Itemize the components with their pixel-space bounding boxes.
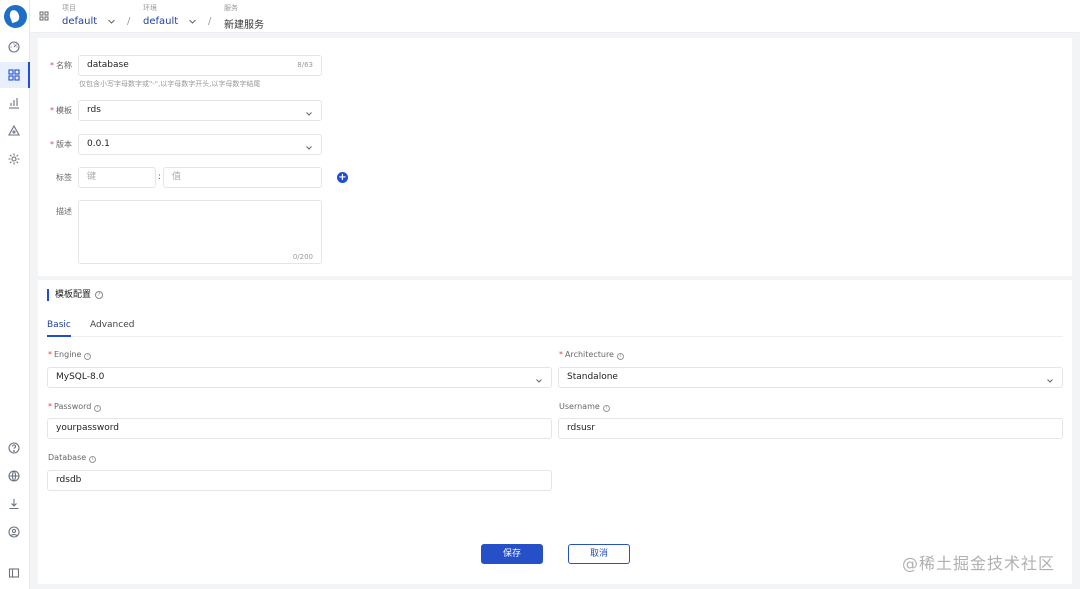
- active-tab-indicator: [47, 335, 71, 337]
- info-icon[interactable]: i: [89, 456, 97, 463]
- chevron-down-icon: [305, 107, 313, 116]
- engine-select[interactable]: MySQL-8.0: [47, 367, 552, 388]
- env-caption: 环境: [143, 4, 157, 12]
- service-current: 新建服务: [224, 20, 264, 31]
- help-circle-icon[interactable]: ?: [95, 291, 104, 299]
- config-tabs: Basic Advanced: [47, 317, 1063, 337]
- tab-basic[interactable]: Basic: [47, 320, 71, 330]
- tag-key-input[interactable]: 键: [78, 167, 156, 188]
- username-label: Username i: [559, 402, 610, 412]
- collapse-sidebar-icon[interactable]: [7, 566, 21, 580]
- template-select[interactable]: rds: [78, 100, 322, 121]
- chevron-down-icon[interactable]: [107, 17, 116, 26]
- project-caption: 项目: [62, 4, 76, 12]
- architecture-label: * Architecture i: [559, 350, 624, 360]
- breadcrumb-separator: /: [208, 16, 212, 27]
- name-hint: 仅包含小写字母数字或"-",以字母数字开头,以字母数字结尾: [79, 80, 261, 88]
- info-icon[interactable]: i: [616, 353, 624, 360]
- template-config-title: 模板配置?: [47, 289, 104, 301]
- database-label: Database i: [48, 453, 97, 463]
- breadcrumb-separator: /: [127, 16, 131, 27]
- top-header: 项目 default / 环境 default / 服务 新建服务: [30, 0, 1080, 33]
- tags-label: 标签: [56, 173, 72, 182]
- description-textarea[interactable]: 0/200: [78, 200, 322, 264]
- info-icon[interactable]: i: [84, 353, 92, 360]
- add-tag-plus-icon[interactable]: +: [337, 172, 348, 183]
- database-input[interactable]: rdsdb: [47, 470, 552, 491]
- chevron-down-icon: [305, 141, 313, 150]
- triangle-nodes-icon[interactable]: [7, 124, 21, 138]
- settings-gear-icon[interactable]: [7, 152, 21, 166]
- architecture-select[interactable]: Standalone: [558, 367, 1063, 388]
- section-divider: [38, 276, 1072, 280]
- password-label: * Password i: [48, 402, 102, 412]
- main-panel: * 名称 database 8/63 仅包含小写字母数字或"-",以字母数字开头,…: [38, 38, 1072, 584]
- dashboard-icon[interactable]: [7, 40, 21, 54]
- version-label: * 版本: [50, 140, 72, 149]
- tag-value-input[interactable]: 值: [163, 167, 322, 188]
- help-circle-icon[interactable]: [7, 441, 21, 455]
- template-label: * 模板: [50, 106, 72, 115]
- user-avatar-icon[interactable]: [7, 525, 21, 539]
- header-grid-icon[interactable]: [39, 11, 49, 21]
- engine-label: * Engine i: [48, 350, 92, 360]
- tab-advanced[interactable]: Advanced: [90, 320, 134, 330]
- service-caption: 服务: [224, 4, 238, 12]
- save-button[interactable]: 保存: [481, 544, 543, 564]
- chevron-down-icon[interactable]: [188, 17, 197, 26]
- watermark: @稀土掘金技术社区: [902, 554, 1056, 573]
- download-icon[interactable]: [7, 497, 21, 511]
- password-input[interactable]: yourpassword: [47, 418, 552, 439]
- globe-icon[interactable]: [7, 469, 21, 483]
- name-counter: 8/63: [297, 61, 313, 69]
- env-selector[interactable]: default: [143, 16, 178, 27]
- app-logo[interactable]: [4, 5, 27, 28]
- description-counter: 0/200: [292, 253, 313, 261]
- apps-grid-icon[interactable]: [7, 68, 21, 82]
- description-label: 描述: [56, 207, 72, 216]
- tag-separator: :: [158, 172, 162, 182]
- info-icon[interactable]: i: [602, 405, 610, 412]
- chevron-down-icon: [535, 374, 543, 383]
- name-input[interactable]: database 8/63: [78, 55, 322, 76]
- username-input[interactable]: rdsusr: [558, 418, 1063, 439]
- name-label: * 名称: [50, 61, 72, 70]
- chevron-down-icon: [1046, 374, 1054, 383]
- bar-chart-icon[interactable]: [7, 96, 21, 110]
- version-select[interactable]: 0.0.1: [78, 134, 322, 155]
- info-icon[interactable]: i: [94, 405, 102, 412]
- project-selector[interactable]: default: [62, 16, 97, 27]
- sidebar: [0, 0, 30, 589]
- cancel-button[interactable]: 取消: [568, 544, 630, 564]
